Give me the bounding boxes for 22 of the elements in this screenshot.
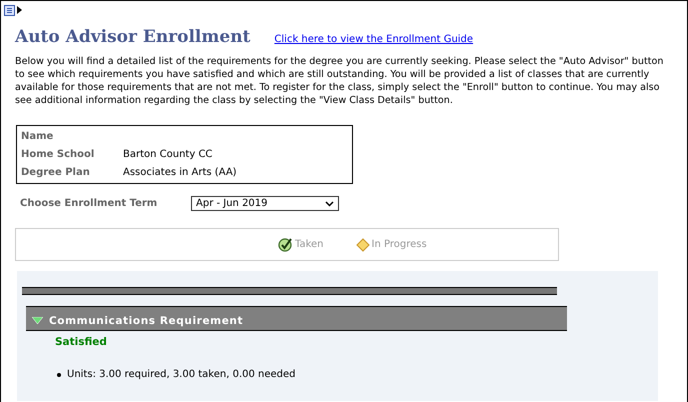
section-header[interactable]: Communications Requirement bbox=[26, 306, 567, 331]
check-icon bbox=[278, 237, 293, 252]
term-label: Choose Enrollment Term bbox=[20, 198, 158, 209]
diamond-icon bbox=[356, 238, 370, 252]
field-value: Associates in Arts (AA) bbox=[123, 167, 238, 178]
intro-paragraph: Below you will find a detailed list of the requirements for the degree you are currently seeking. Please select the "Auto Advisor" button to see which requirements you have satisfied and which are still outstanding. You will be provided a list of classes that are currently available for those requirements that are not met. To register for the class, simply select the "Enroll" button to continue. You may also see additional information regarding the class by selecting the "View Class Details" button. bbox=[15, 55, 664, 107]
term-dropdown[interactable]: Apr - Jun 2019 bbox=[191, 196, 339, 211]
bullet-icon bbox=[57, 372, 61, 376]
legend-label: In Progress bbox=[372, 239, 427, 250]
field-label: Home School bbox=[21, 149, 96, 160]
field-label: Name bbox=[21, 131, 54, 142]
page-title: Auto Advisor Enrollment bbox=[15, 27, 250, 47]
field-label: Degree Plan bbox=[21, 167, 91, 178]
field-value: Barton County CC bbox=[123, 149, 214, 160]
chevron-icon bbox=[325, 200, 334, 206]
units-text: Units: 3.00 required, 3.00 taken, 0.00 needed bbox=[67, 369, 296, 380]
legend-label: Taken bbox=[295, 239, 324, 250]
page-icon[interactable] bbox=[4, 4, 15, 16]
enrollment-guide-link[interactable]: Click here to view the Enrollment Guide bbox=[274, 34, 474, 45]
status-label: Satisfied bbox=[55, 336, 108, 348]
triangle-down-icon[interactable] bbox=[32, 317, 43, 324]
expand-arrow-icon[interactable] bbox=[17, 6, 22, 14]
